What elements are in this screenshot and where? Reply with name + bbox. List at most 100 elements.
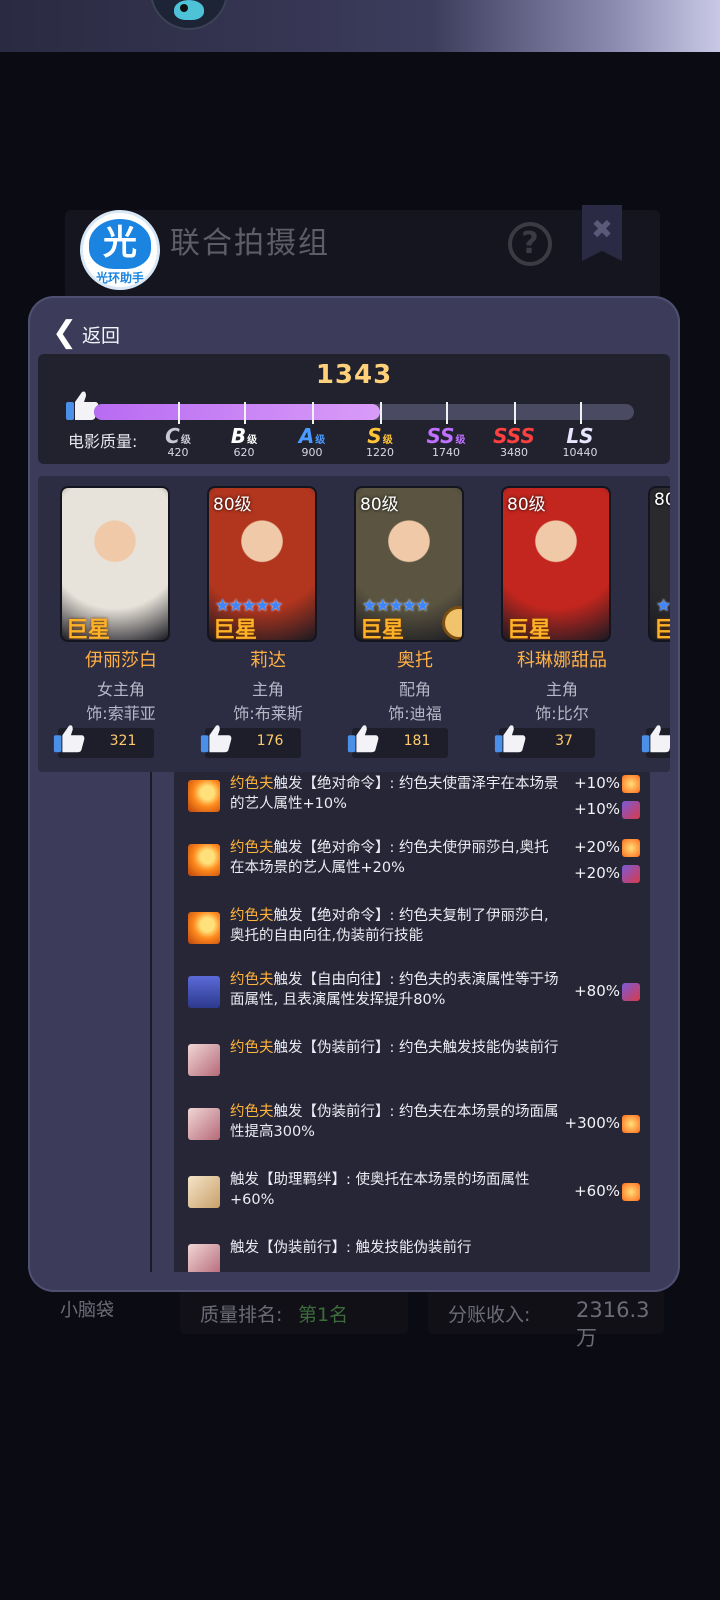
cast-actor: 饰:迪福 <box>388 704 442 723</box>
quality-progress-bar <box>94 404 634 420</box>
grade-tick <box>312 402 314 424</box>
bonus-value: +20% <box>574 838 640 857</box>
cast-level: 80级 <box>507 495 546 515</box>
thumbs-up-icon <box>66 391 99 420</box>
grade-label: C级 <box>165 424 191 448</box>
like-count: 176 <box>256 733 284 749</box>
back-label: 返回 <box>82 324 121 347</box>
cast-portrait[interactable]: 80级 ★★★★★ 巨星 <box>207 486 317 642</box>
like-counter[interactable]: 321 <box>53 725 154 758</box>
grade-tick <box>244 402 246 424</box>
grade-threshold: 420 <box>167 446 189 459</box>
cast-actor: 饰 <box>636 700 670 724</box>
cast-role: 配角 <box>398 680 431 699</box>
log-text: 触发【伪装前行】: 触发技能伪装前行 <box>230 1240 472 1256</box>
thumbs-up-icon <box>52 722 86 756</box>
thumbs-up-icon <box>346 722 380 756</box>
app-badge-logo[interactable]: 光 光环助手 <box>80 210 160 290</box>
like-count: 321 <box>109 733 137 749</box>
grade-tick <box>446 402 448 424</box>
cast-role: 主角 <box>545 680 578 699</box>
cast-level: 80级 <box>360 495 399 515</box>
chevron-left-icon: ❮ <box>52 315 78 350</box>
help-icon: ? <box>508 222 552 266</box>
grade-tick <box>580 402 582 424</box>
log-text: 约色夫触发【绝对命令】: 约色夫使伊丽莎白,奥托在本场景的艺人属性+20% <box>230 840 549 876</box>
badge-sub-text: 光环助手 <box>95 271 144 285</box>
like-counter[interactable]: 176 <box>200 725 301 758</box>
log-text: 约色夫触发【伪装前行】: 约色夫在本场景的场面属性提高300% <box>230 1104 559 1140</box>
event-log[interactable]: 约色夫触发【绝对命令】: 约色夫使雷泽宇在本场景的艺人属性+10% +10% +10… <box>174 772 650 1272</box>
badge-main-text: 光 <box>89 219 151 269</box>
log-text: 触发【助理羁绊】: 使奥托在本场景的场面属性+60% <box>230 1172 530 1208</box>
bonus-text: +300% <box>564 1114 620 1132</box>
grade-label: SSS <box>493 424 535 448</box>
log-actor-name: 约色夫 <box>230 972 274 988</box>
cast-portrait[interactable]: 80级 巨星 <box>501 486 611 642</box>
bonus-text: +10% <box>574 800 620 818</box>
like-counter[interactable] <box>641 725 670 758</box>
income-box: 分账收入: 2316.3万 <box>428 1290 664 1350</box>
star-rank-badge: 巨星 <box>360 618 405 642</box>
grade-tick <box>514 402 516 424</box>
log-actor-name: 约色夫 <box>230 1104 274 1120</box>
like-counter[interactable]: 37 <box>494 725 595 758</box>
like-count: 181 <box>403 733 431 749</box>
bird-eye <box>180 4 188 12</box>
log-actor-name: 约色夫 <box>230 776 274 792</box>
star-rank-badge: 巨 <box>654 612 670 640</box>
log-text: 约色夫触发【伪装前行】: 约色夫触发技能伪装前行 <box>230 1040 559 1056</box>
quality-progress-fill <box>94 404 381 420</box>
handshake-icon <box>188 1176 220 1208</box>
stairs-icon <box>188 1044 220 1076</box>
film-detail-modal: ❮ 返回 1343 电影质量: C级 420 B级 620 A级 900 S级 1220 SS级… <box>28 296 680 1292</box>
like-count: 37 <box>555 733 573 749</box>
log-text: 约色夫触发【绝对命令】: 约色夫复制了伊丽莎白,奥托的自由向往,伪装前行技能 <box>230 908 549 944</box>
bonus-value: +10% <box>574 774 640 793</box>
cast-actor: 饰:布莱斯 <box>233 704 303 723</box>
bonus-text: +20% <box>574 864 620 882</box>
cast-list: 巨星 伊丽莎白 女主角 饰:索菲亚 321 80级 ★★★★★ 巨星 莉达 主角 饰:布莱斯 176 8… <box>38 476 670 772</box>
crown-icon <box>188 976 220 1008</box>
quality-panel: 1343 电影质量: C级 420 B级 620 A级 900 S级 1220 SS级 1740 S… <box>38 354 670 464</box>
cast-portrait[interactable]: 80★巨 <box>648 486 670 642</box>
bonus-text: +80% <box>574 982 620 1000</box>
grade-suffix: 级 <box>315 435 326 446</box>
grade-label: LS <box>566 424 594 448</box>
fire-icon <box>188 844 220 876</box>
grade-suffix: 级 <box>180 435 191 446</box>
quality-score: 1343 <box>315 360 393 390</box>
income-value: 2316.3万 <box>576 1298 650 1350</box>
bonus-value: +10% <box>574 800 640 819</box>
cast-portrait[interactable]: 80级 ★★★★★ 巨星 <box>354 486 464 642</box>
grade-label: S级 <box>367 424 393 448</box>
background-caption: 小脑袋 <box>60 1300 114 1321</box>
income-label: 分账收入: <box>448 1304 531 1326</box>
grade-suffix: 级 <box>455 435 466 446</box>
rank-box: 质量排名: 第1名 <box>180 1290 408 1334</box>
fire-icon <box>188 912 220 944</box>
log-actor-name: 约色夫 <box>230 840 274 856</box>
knight-badge-icon <box>442 606 462 640</box>
grade-label: SS级 <box>426 424 466 448</box>
log-actor-name: 约色夫 <box>230 908 274 924</box>
thumbs-up-icon <box>493 722 527 756</box>
bird-icon <box>174 0 204 20</box>
log-text: 约色夫触发【绝对命令】: 约色夫使雷泽宇在本场景的艺人属性+10% <box>230 776 559 812</box>
cast-portrait[interactable]: 巨星 <box>60 486 170 642</box>
like-counter[interactable]: 181 <box>347 725 448 758</box>
background-window-title: 联合拍摄组 <box>170 226 330 261</box>
back-button[interactable]: ❮ 返回 <box>52 316 120 352</box>
top-bar <box>0 0 720 52</box>
grade-suffix: 级 <box>247 435 258 446</box>
stairs-icon <box>188 1244 220 1272</box>
fire-icon <box>188 780 220 812</box>
grade-tick <box>178 402 180 424</box>
star-rank-badge: 巨星 <box>213 618 258 642</box>
bonus-value: +80% <box>574 982 640 1001</box>
bonus-value: +60% <box>574 1182 640 1201</box>
grade-threshold: 900 <box>301 446 323 459</box>
log-actor-name: 约色夫 <box>230 1040 274 1056</box>
performance-attribute-icon <box>622 800 640 819</box>
quality-label: 电影质量: <box>68 432 138 451</box>
